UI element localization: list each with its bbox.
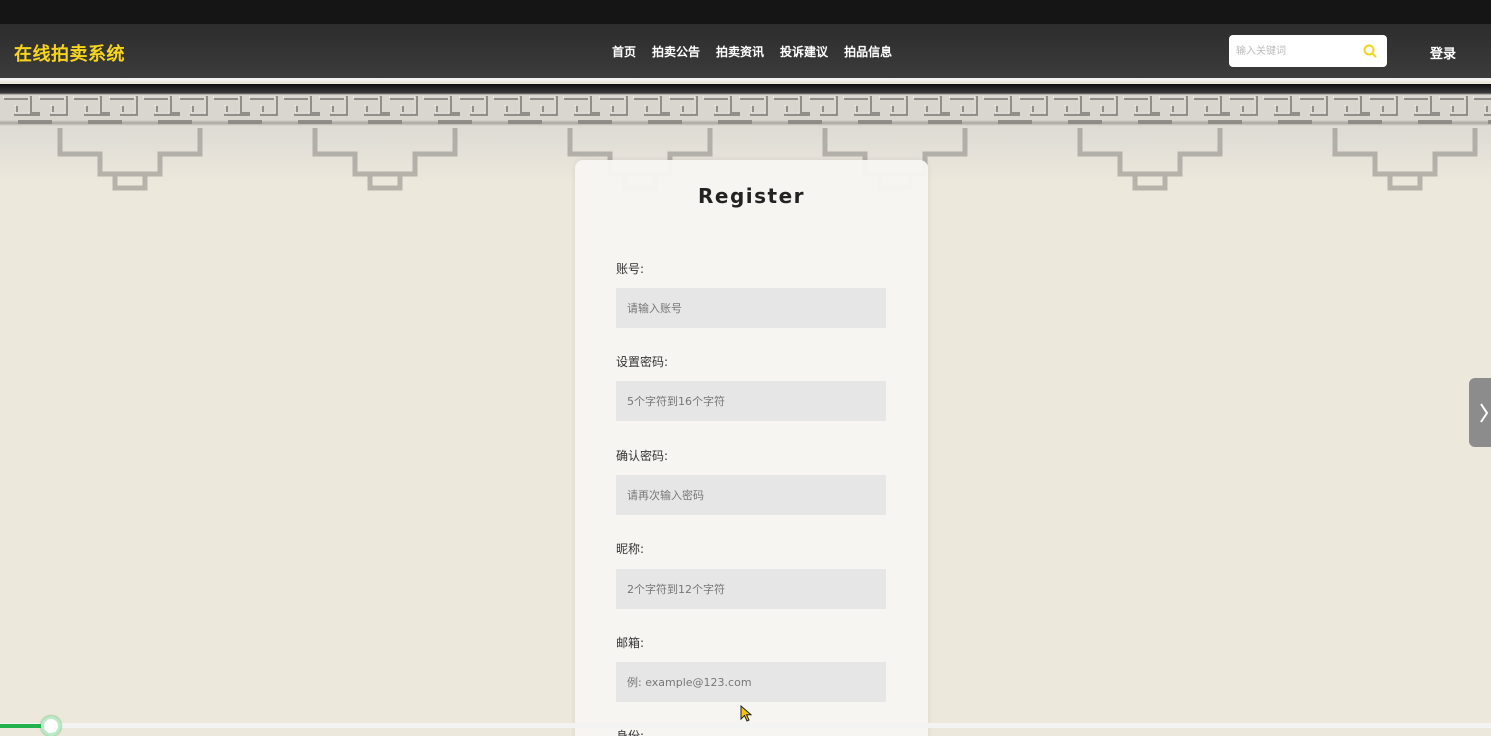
nav-auction-notices[interactable]: 拍卖公告 [652,43,700,60]
confirm-password-input[interactable] [616,475,886,515]
password-input[interactable] [616,381,886,421]
nav-home[interactable]: 首页 [612,43,636,60]
email-label: 邮箱: [616,636,645,650]
nav-lot-info[interactable]: 拍品信息 [844,43,892,60]
account-label: 账号: [616,262,645,276]
password-label: 设置密码: [616,355,669,369]
account-input[interactable] [616,288,886,328]
register-title: Register [697,184,806,208]
window-top-strip [0,0,1491,24]
site-brand[interactable]: 在线拍卖系统 [14,40,125,66]
confirm-password-label: 确认密码: [616,449,669,463]
email-input[interactable] [616,662,886,702]
top-navbar: 在线拍卖系统 首页 拍卖公告 拍卖资讯 投诉建议 拍品信息 登录 [0,24,1491,81]
video-progress-track[interactable] [0,723,1491,728]
nav-complaints[interactable]: 投诉建议 [780,43,828,60]
main-nav: 首页 拍卖公告 拍卖资讯 投诉建议 拍品信息 [612,43,892,60]
search-box [1229,35,1387,67]
nickname-input[interactable] [616,569,886,609]
identity-label: 身份: [616,729,645,736]
register-card: Register 账号: 设置密码: 确认密码: 昵称: 邮箱: 身份: [575,160,928,736]
video-progress-knob[interactable] [41,716,61,736]
login-link[interactable]: 登录 [1430,43,1456,62]
search-input[interactable] [1229,35,1359,67]
nav-auction-news[interactable]: 拍卖资讯 [716,43,764,60]
mouse-cursor-icon [740,705,753,722]
chevron-right-icon [1480,403,1489,423]
search-icon[interactable] [1362,43,1378,59]
nickname-label: 昵称: [616,542,645,556]
carousel-next-button[interactable] [1469,378,1491,447]
